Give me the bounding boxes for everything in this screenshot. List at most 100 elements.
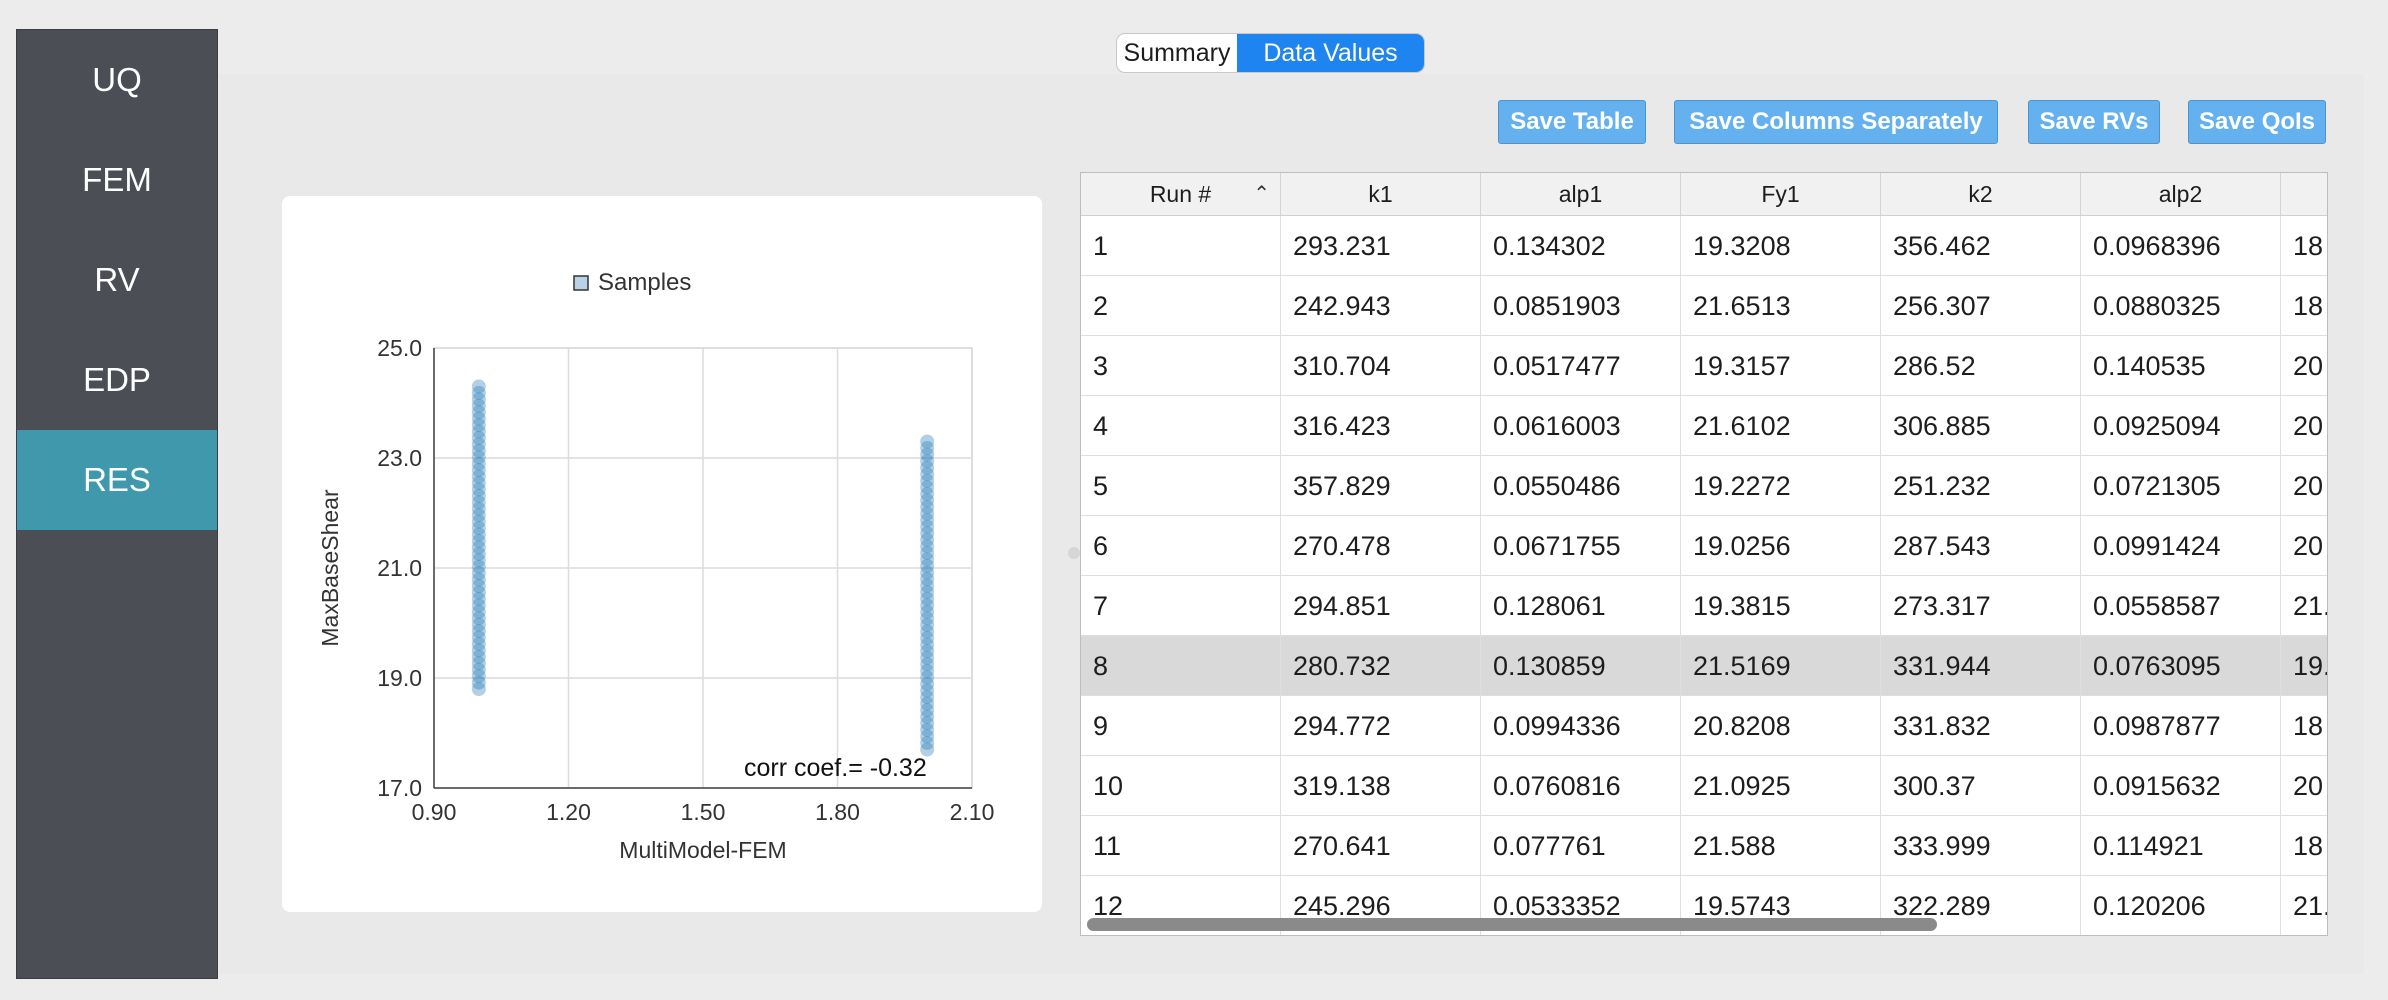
horizontal-scrollbar[interactable] [1087, 918, 1937, 931]
table-cell[interactable]: 0.0925094 [2081, 396, 2281, 456]
table-cell[interactable]: 0.0517477 [1481, 336, 1681, 396]
table-cell[interactable]: 0.0721305 [2081, 456, 2281, 516]
table-cell[interactable]: 357.829 [1281, 456, 1481, 516]
table-cell[interactable]: 306.885 [1881, 396, 2081, 456]
table-cell[interactable]: 256.307 [1881, 276, 2081, 336]
table-cell[interactable]: 242.943 [1281, 276, 1481, 336]
table-cell[interactable]: 3 [1081, 336, 1281, 396]
tab-data-values[interactable]: Data Values [1237, 34, 1424, 72]
table-cell[interactable]: 0.114921 [2081, 816, 2281, 876]
table-row[interactable]: 10 319.138 0.0760816 21.0925 300.37 0.0915632… [1081, 756, 2327, 816]
table-cell[interactable]: 356.462 [1881, 216, 2081, 276]
table-cell[interactable]: 0.0763095 [2081, 636, 2281, 696]
table-cell[interactable]: 18 [2281, 696, 2327, 756]
table-cell[interactable]: 286.52 [1881, 336, 2081, 396]
table-cell[interactable]: 300.37 [1881, 756, 2081, 816]
table-cell[interactable]: 20.8208 [1681, 696, 1881, 756]
table-cell[interactable]: 2 [1081, 276, 1281, 336]
table-cell[interactable]: 0.0987877 [2081, 696, 2281, 756]
table-row[interactable]: 6 270.478 0.0671755 19.0256 287.543 0.0991424… [1081, 516, 2327, 576]
table-cell[interactable]: 19.2272 [1681, 456, 1881, 516]
sidebar-item-edp[interactable]: EDP [17, 330, 217, 430]
table-cell[interactable]: 270.641 [1281, 816, 1481, 876]
table-cell[interactable]: 0.0851903 [1481, 276, 1681, 336]
table-cell[interactable]: 20 [2281, 456, 2327, 516]
table-cell[interactable]: 1 [1081, 216, 1281, 276]
table-cell[interactable]: 316.423 [1281, 396, 1481, 456]
table-cell[interactable]: 19.3815 [1681, 576, 1881, 636]
sort-ascending-icon[interactable]: ⌃ [1253, 173, 1270, 215]
table-cell[interactable]: 270.478 [1281, 516, 1481, 576]
save-qois-button[interactable]: Save QoIs [2188, 100, 2326, 144]
column-header[interactable]: alp1 [1481, 173, 1681, 215]
column-header[interactable]: Run # ⌃ [1081, 173, 1281, 215]
table-cell[interactable]: 11 [1081, 816, 1281, 876]
splitter-handle[interactable] [1068, 547, 1080, 559]
table-cell[interactable]: 21. [2281, 876, 2327, 935]
table-cell[interactable]: 19.3157 [1681, 336, 1881, 396]
table-row[interactable]: 4 316.423 0.0616003 21.6102 306.885 0.0925094… [1081, 396, 2327, 456]
table-cell[interactable]: 319.138 [1281, 756, 1481, 816]
table-cell[interactable]: 331.944 [1881, 636, 2081, 696]
table-row[interactable]: 9 294.772 0.0994336 20.8208 331.832 0.0987877… [1081, 696, 2327, 756]
table-cell[interactable]: 273.317 [1881, 576, 2081, 636]
column-header[interactable]: k2 [1881, 173, 2081, 215]
table-cell[interactable]: 0.0994336 [1481, 696, 1681, 756]
table-cell[interactable]: 18 [2281, 216, 2327, 276]
save-columns-separately-button[interactable]: Save Columns Separately [1674, 100, 1998, 144]
table-cell[interactable]: 21.6513 [1681, 276, 1881, 336]
table-cell[interactable]: 293.231 [1281, 216, 1481, 276]
table-cell[interactable]: 0.0671755 [1481, 516, 1681, 576]
table-cell[interactable]: 21.6102 [1681, 396, 1881, 456]
table-cell[interactable]: 0.0550486 [1481, 456, 1681, 516]
table-cell[interactable]: 4 [1081, 396, 1281, 456]
table-cell[interactable]: 20 [2281, 396, 2327, 456]
table-cell[interactable]: 280.732 [1281, 636, 1481, 696]
table-cell[interactable]: 287.543 [1881, 516, 2081, 576]
table-cell[interactable]: 333.999 [1881, 816, 2081, 876]
column-header[interactable] [2281, 173, 2327, 215]
table-cell[interactable]: 0.120206 [2081, 876, 2281, 935]
table-cell[interactable]: 20 [2281, 336, 2327, 396]
table-cell[interactable]: 0.0760816 [1481, 756, 1681, 816]
save-table-button[interactable]: Save Table [1498, 100, 1646, 144]
sidebar-item-fem[interactable]: FEM [17, 130, 217, 230]
table-row[interactable]: 1 293.231 0.134302 19.3208 356.462 0.0968396 1… [1081, 216, 2327, 276]
table-row[interactable]: 2 242.943 0.0851903 21.6513 256.307 0.0880325… [1081, 276, 2327, 336]
table-cell[interactable]: 5 [1081, 456, 1281, 516]
table-cell[interactable]: 0.128061 [1481, 576, 1681, 636]
table-cell[interactable]: 21.0925 [1681, 756, 1881, 816]
column-header[interactable]: alp2 [2081, 173, 2281, 215]
table-row[interactable]: 3 310.704 0.0517477 19.3157 286.52 0.140535 20 [1081, 336, 2327, 396]
table-cell[interactable]: 0.140535 [2081, 336, 2281, 396]
table-cell[interactable]: 294.851 [1281, 576, 1481, 636]
table-cell[interactable]: 251.232 [1881, 456, 2081, 516]
table-cell[interactable]: 0.130859 [1481, 636, 1681, 696]
table-cell[interactable]: 0.0616003 [1481, 396, 1681, 456]
table-cell[interactable]: 0.0991424 [2081, 516, 2281, 576]
table-row[interactable]: 8 280.732 0.130859 21.5169 331.944 0.0763095 1… [1081, 636, 2327, 696]
table-row[interactable]: 5 357.829 0.0550486 19.2272 251.232 0.0721305… [1081, 456, 2327, 516]
table-cell[interactable]: 10 [1081, 756, 1281, 816]
table-cell[interactable]: 310.704 [1281, 336, 1481, 396]
table-cell[interactable]: 9 [1081, 696, 1281, 756]
table-cell[interactable]: 19.3208 [1681, 216, 1881, 276]
tab-summary[interactable]: Summary [1117, 34, 1237, 72]
table-cell[interactable]: 0.0968396 [2081, 216, 2281, 276]
table-cell[interactable]: 0.077761 [1481, 816, 1681, 876]
save-rvs-button[interactable]: Save RVs [2028, 100, 2160, 144]
table-cell[interactable]: 8 [1081, 636, 1281, 696]
table-cell[interactable]: 19.0256 [1681, 516, 1881, 576]
table-cell[interactable]: 20 [2281, 756, 2327, 816]
table-cell[interactable]: 0.0558587 [2081, 576, 2281, 636]
sidebar-item-rv[interactable]: RV [17, 230, 217, 330]
column-header[interactable]: Fy1 [1681, 173, 1881, 215]
table-row[interactable]: 11 270.641 0.077761 21.588 333.999 0.114921 18 [1081, 816, 2327, 876]
table-cell[interactable]: 294.772 [1281, 696, 1481, 756]
table-cell[interactable]: 6 [1081, 516, 1281, 576]
table-cell[interactable]: 21. [2281, 576, 2327, 636]
table-cell[interactable]: 18 [2281, 816, 2327, 876]
column-header[interactable]: k1 [1281, 173, 1481, 215]
table-cell[interactable]: 0.0915632 [2081, 756, 2281, 816]
table-cell[interactable]: 21.5169 [1681, 636, 1881, 696]
